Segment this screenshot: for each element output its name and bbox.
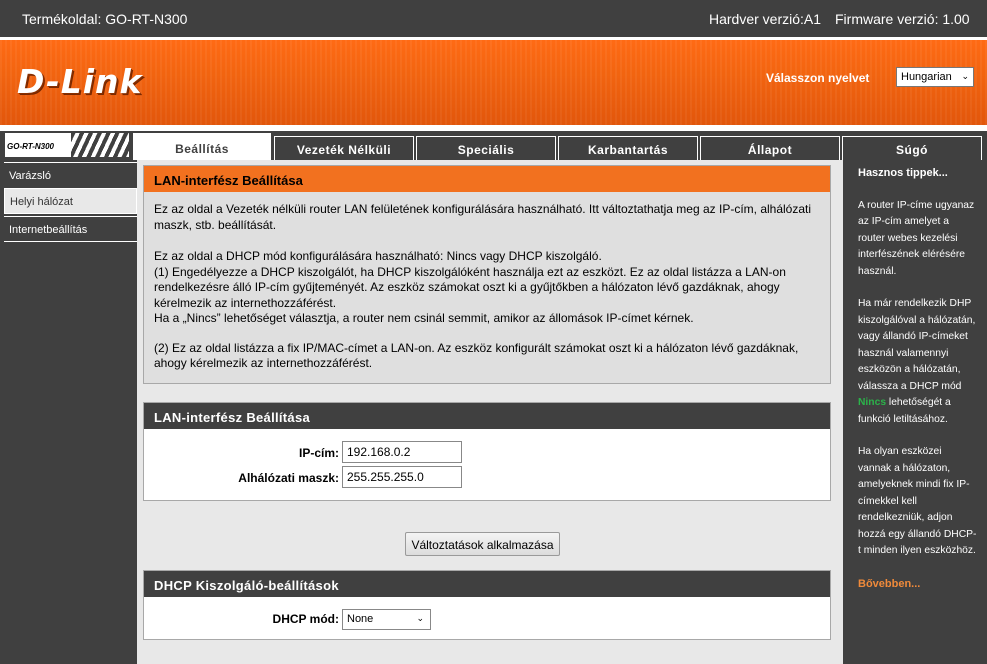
dhcp-settings-title: DHCP Kiszolgáló-beállítások (144, 571, 830, 597)
dhcp-mode-value: None (347, 613, 374, 625)
intro-title: LAN-interfész Beállítása (144, 166, 830, 192)
intro-paragraph-2c: Ha a „Nincs” lehetőséget választja, a ro… (154, 311, 694, 325)
dhcp-mode-select[interactable]: None ⌄ (342, 609, 431, 630)
tab-status[interactable]: Állapot (700, 136, 840, 160)
more-link[interactable]: Bővebben... (858, 576, 977, 593)
intro-paragraph-3: (2) Ez az oldal listázza a fix IP/MAC-cí… (154, 340, 799, 371)
lan-settings-body: IP-cím: 192.168.0.2 Alhálózati maszk: 25… (144, 429, 830, 500)
tip-1: A router IP-címe ugyanaz az IP-cím amely… (858, 199, 975, 277)
firmware-version: Firmware verzió: 1.00 (835, 11, 970, 27)
sidebar: Varázsló Helyi hálózat Internetbeállítás (4, 160, 137, 664)
subnet-mask-input[interactable]: 255.255.255.0 (342, 466, 462, 488)
hardware-version: Hardver verzió:A1 (709, 11, 822, 27)
intro-box: LAN-interfész Beállítása Ez az oldal a V… (143, 165, 831, 384)
dhcp-settings-box: DHCP Kiszolgáló-beállítások DHCP mód: (143, 570, 831, 640)
tip-2: Ha már rendelkezik DHP kiszolgálóval a h… (858, 296, 977, 428)
sidebar-item-wizard[interactable]: Varázsló (4, 162, 137, 188)
dhcp-mode-label: DHCP mód: (272, 612, 339, 626)
stripe-decoration (71, 133, 129, 157)
language-select[interactable]: Hungarian ⌄ (896, 67, 974, 87)
sidebar-item-local-network[interactable]: Helyi hálózat (4, 188, 137, 214)
divider (0, 125, 987, 131)
lan-settings-title: LAN-interfész Beállítása (144, 403, 830, 429)
tab-help[interactable]: Súgó (842, 136, 982, 160)
sidebar-item-internet[interactable]: Internetbeállítás (4, 216, 137, 242)
language-label: Válasszon nyelvet (766, 71, 870, 85)
tab-maintenance[interactable]: Karbantartás (558, 136, 698, 160)
tip-2-highlight: Nincs (858, 397, 887, 408)
intro-body: Ez az oldal a Vezeték nélküli router LAN… (144, 192, 830, 383)
chevron-down-icon: ⌄ (416, 613, 424, 623)
top-bar: Termékoldal: GO-RT-N300 Hardver verzió:A… (0, 0, 987, 37)
intro-paragraph-2a: Ez az oldal a DHCP mód konfigurálására h… (154, 249, 602, 263)
header-banner: D-Link Válasszon nyelvet Hungarian ⌄ (0, 37, 987, 125)
product-page-label: Termékoldal: GO-RT-N300 (22, 11, 188, 27)
model-name: GO-RT-N300 (7, 142, 54, 151)
tab-advanced[interactable]: Speciális (416, 136, 556, 160)
tip-3: Ha olyan eszközei vannak a hálózaton, am… (858, 446, 977, 556)
helpful-tips-panel: Hasznos tippek... A router IP-címe ugyan… (843, 160, 987, 664)
tab-setup[interactable]: Beállítás (132, 132, 272, 160)
tab-wireless[interactable]: Vezeték Nélküli (274, 136, 414, 160)
dhcp-settings-body: DHCP mód: (144, 597, 830, 639)
ip-label: IP-cím: (298, 446, 339, 460)
lan-settings-box: LAN-interfész Beállítása IP-cím: 192.168… (143, 402, 831, 501)
apply-changes-button[interactable]: Változtatások alkalmazása (405, 532, 560, 556)
chevron-down-icon: ⌄ (961, 71, 969, 81)
model-tab: GO-RT-N300 (4, 132, 130, 158)
subnet-mask-label: Alhálózati maszk: (238, 471, 339, 485)
intro-paragraph-2b: (1) Engedélyezze a DHCP kiszolgálót, ha … (154, 264, 786, 310)
language-select-value: Hungarian (901, 71, 952, 83)
dlink-logo: D-Link (17, 62, 143, 101)
ip-address-input[interactable]: 192.168.0.2 (342, 441, 462, 463)
main-content: LAN-interfész Beállítása Ez az oldal a V… (137, 160, 843, 664)
tip-2-text-a: Ha már rendelkezik DHP kiszolgálóval a h… (858, 298, 976, 392)
intro-paragraph-1: Ez az oldal a Vezeték nélküli router LAN… (154, 202, 812, 232)
tips-title: Hasznos tippek... (858, 167, 948, 179)
